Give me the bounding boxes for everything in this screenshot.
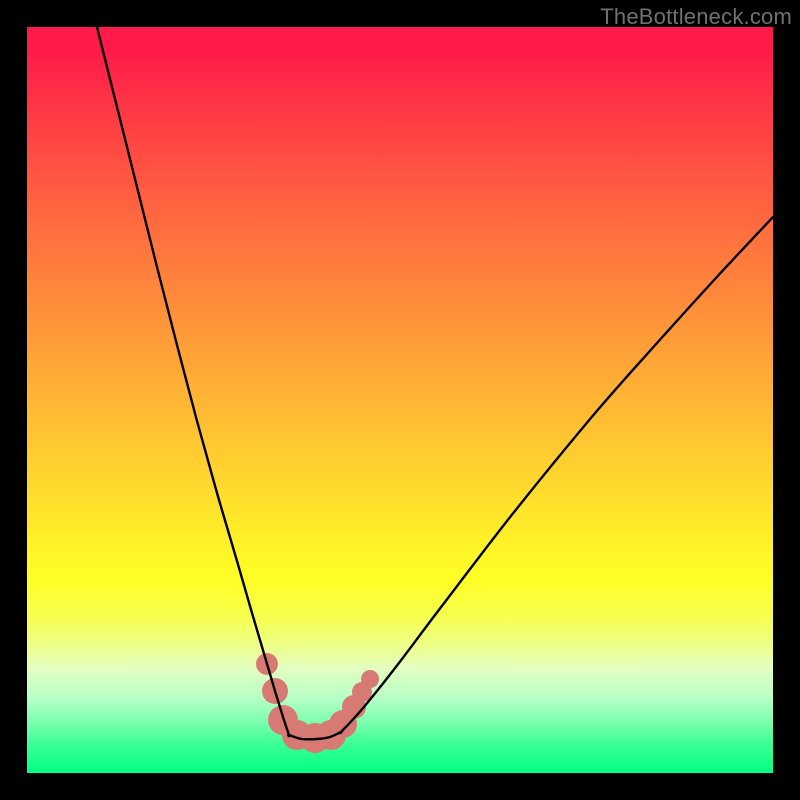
watermark-text: TheBottleneck.com <box>600 4 792 30</box>
marker-dot <box>361 670 379 688</box>
plot-area <box>27 27 773 773</box>
bottleneck-curve <box>97 27 773 739</box>
outer-frame: TheBottleneck.com <box>0 0 800 800</box>
chart-svg <box>27 27 773 773</box>
